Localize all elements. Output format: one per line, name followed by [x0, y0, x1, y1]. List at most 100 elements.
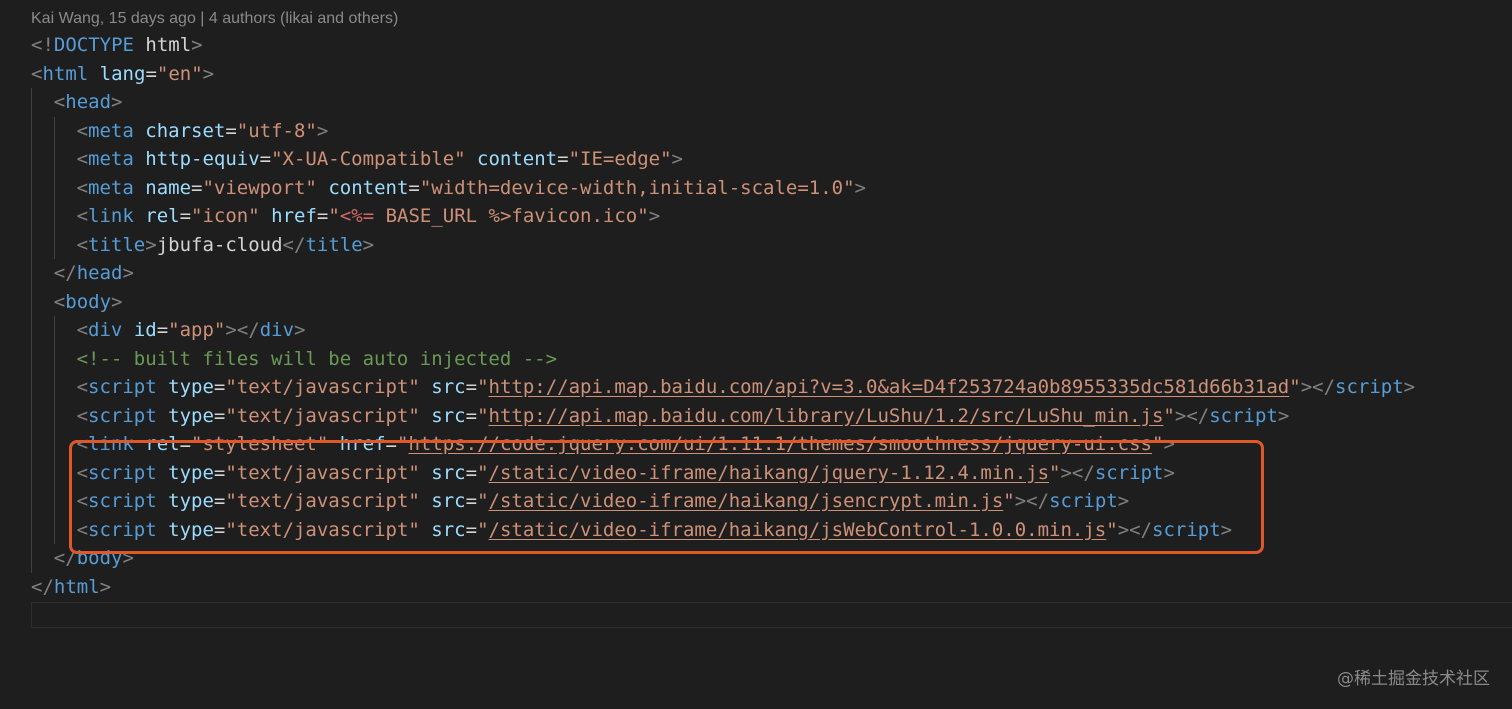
code-string: "en"	[156, 62, 203, 85]
code-punctuation: >	[111, 290, 123, 313]
code-punctuation: <	[76, 148, 89, 170]
indent-guide	[31, 230, 32, 259]
indent-guide	[31, 458, 32, 487]
code-line[interactable]: <!DOCTYPE html>	[31, 31, 1491, 60]
code-text: =	[179, 205, 192, 227]
code-attribute-name: src	[431, 490, 466, 512]
code-line[interactable]: <meta http-equiv="X-UA-Compatible" conte…	[31, 145, 1491, 174]
code-tag-name: meta	[88, 148, 134, 170]
code-line[interactable]: <link rel="stylesheet" href="https://cod…	[31, 430, 1491, 459]
indent-guide	[31, 202, 32, 231]
code-text: =	[156, 319, 169, 341]
code-line[interactable]: <script type="text/javascript" src="/sta…	[31, 458, 1491, 487]
code-punctuation: >	[122, 262, 134, 284]
code-line[interactable]: <head>	[31, 88, 1491, 117]
code-punctuation: >	[1117, 490, 1130, 512]
code-string: "width=device-width,initial-scale=1.0"	[419, 176, 855, 199]
code-text: =	[385, 433, 397, 455]
code-string: "	[328, 205, 340, 227]
code-url-link[interactable]: https://code.jquery.com/ui/1.11.1/themes…	[408, 433, 1152, 455]
code-text: =	[259, 148, 272, 170]
indent-guide	[31, 544, 32, 573]
code-line[interactable]: <script type="text/javascript" src="/sta…	[31, 515, 1491, 544]
code-tag-name: script	[88, 461, 157, 484]
code-string: "	[477, 461, 489, 484]
code-text: =	[213, 404, 226, 427]
indent-guide	[53, 430, 55, 459]
code-tag-name: html	[42, 62, 89, 85]
code-url-link[interactable]: /static/video-iframe/haikang/jsencrypt.m…	[489, 490, 1004, 512]
code-tag-name: script	[88, 490, 157, 512]
code-attribute-name: type	[168, 518, 214, 541]
code-url-link[interactable]: /static/video-iframe/haikang/jquery-1.12…	[489, 462, 1050, 484]
code-url-link[interactable]: http://api.map.baidu.com/library/LuShu/1…	[489, 405, 1164, 427]
code-string: "	[477, 404, 489, 427]
code-line[interactable]: </body>	[31, 544, 1491, 573]
code-line[interactable]: <div id="app"></div>	[31, 316, 1491, 345]
code-punctuation: <	[76, 119, 89, 142]
code-editor[interactable]: Kai Wang, 15 days ago | 4 authors (likai…	[0, 0, 1512, 709]
indent-guide	[53, 173, 55, 202]
code-attribute-name: src	[431, 404, 466, 427]
code-punctuation: >	[145, 233, 157, 256]
indent-guide	[31, 173, 32, 202]
code-attribute-name: http-equiv	[145, 148, 260, 170]
code-tag-name: body	[76, 547, 123, 569]
code-punctuation: >	[362, 233, 375, 256]
code-attribute-name: type	[168, 376, 214, 398]
code-string: BASE_URL %>favicon.ico"	[374, 205, 649, 227]
code-punctuation: >	[202, 62, 215, 85]
indent-guide	[31, 316, 32, 345]
code-line[interactable]: <body>	[31, 287, 1491, 316]
code-url-link[interactable]: /static/video-iframe/haikang/jsWebContro…	[489, 519, 1107, 541]
code-punctuation: ></	[225, 319, 260, 341]
code-tag-name: script	[1209, 404, 1278, 427]
code-line[interactable]: <script type="text/javascript" src="/sta…	[31, 487, 1491, 516]
code-line[interactable]: <title>jbufa-cloud</title>	[31, 230, 1491, 259]
indent-guide	[31, 259, 32, 288]
code-tag-name: meta	[88, 119, 134, 142]
code-tag-name: script	[1094, 461, 1164, 484]
code-attribute-name: content	[328, 176, 409, 199]
code-text: =	[465, 404, 478, 427]
code-punctuation: ></	[1174, 404, 1210, 427]
code-line[interactable]: <!-- built files will be auto injected -…	[31, 344, 1491, 373]
code-text: =	[408, 176, 420, 199]
watermark-text: @稀土掘金技术社区	[1337, 669, 1490, 689]
code-lines[interactable]: <!DOCTYPE html> <html lang="en"> <head> <me…	[31, 31, 1491, 601]
code-attribute-name: src	[431, 518, 466, 541]
git-blame-codelens[interactable]: Kai Wang, 15 days ago | 4 authors (likai…	[31, 8, 398, 30]
code-attribute-name: rel	[145, 205, 180, 227]
code-comment: <!-- built files will be auto injected -…	[76, 347, 558, 370]
code-attribute-name: href	[339, 433, 386, 455]
code-line[interactable]: <script type="text/javascript" src="http…	[31, 373, 1491, 402]
code-line[interactable]: </head>	[31, 259, 1491, 288]
code-tag-name: script	[1152, 518, 1221, 541]
code-string: "text/javascript"	[225, 461, 420, 484]
code-tag-name: script	[88, 376, 157, 398]
code-line[interactable]: <html lang="en">	[31, 60, 1491, 89]
code-punctuation: <!	[31, 34, 54, 56]
code-text: =	[213, 490, 226, 512]
code-tag-name: head	[76, 262, 123, 284]
code-string: "text/javascript"	[225, 490, 420, 512]
code-punctuation: ></	[1060, 461, 1095, 484]
code-line[interactable]: <meta charset="utf-8">	[31, 116, 1491, 145]
code-punctuation: >	[191, 34, 203, 56]
code-line[interactable]: <meta name="viewport" content="width=dev…	[31, 173, 1491, 202]
code-string: "text/javascript"	[225, 518, 420, 541]
code-url-link[interactable]: http://api.map.baidu.com/api?v=3.0&ak=D4…	[489, 376, 1290, 398]
code-line[interactable]: </html>	[31, 573, 1491, 602]
indent-guide	[31, 88, 32, 117]
code-string: "text/javascript"	[225, 404, 420, 427]
code-string: "text/javascript"	[225, 376, 420, 398]
code-line[interactable]: <script type="text/javascript" src="http…	[31, 401, 1491, 430]
code-line[interactable]: <link rel="icon" href="<%= BASE_URL %>fa…	[31, 202, 1491, 231]
